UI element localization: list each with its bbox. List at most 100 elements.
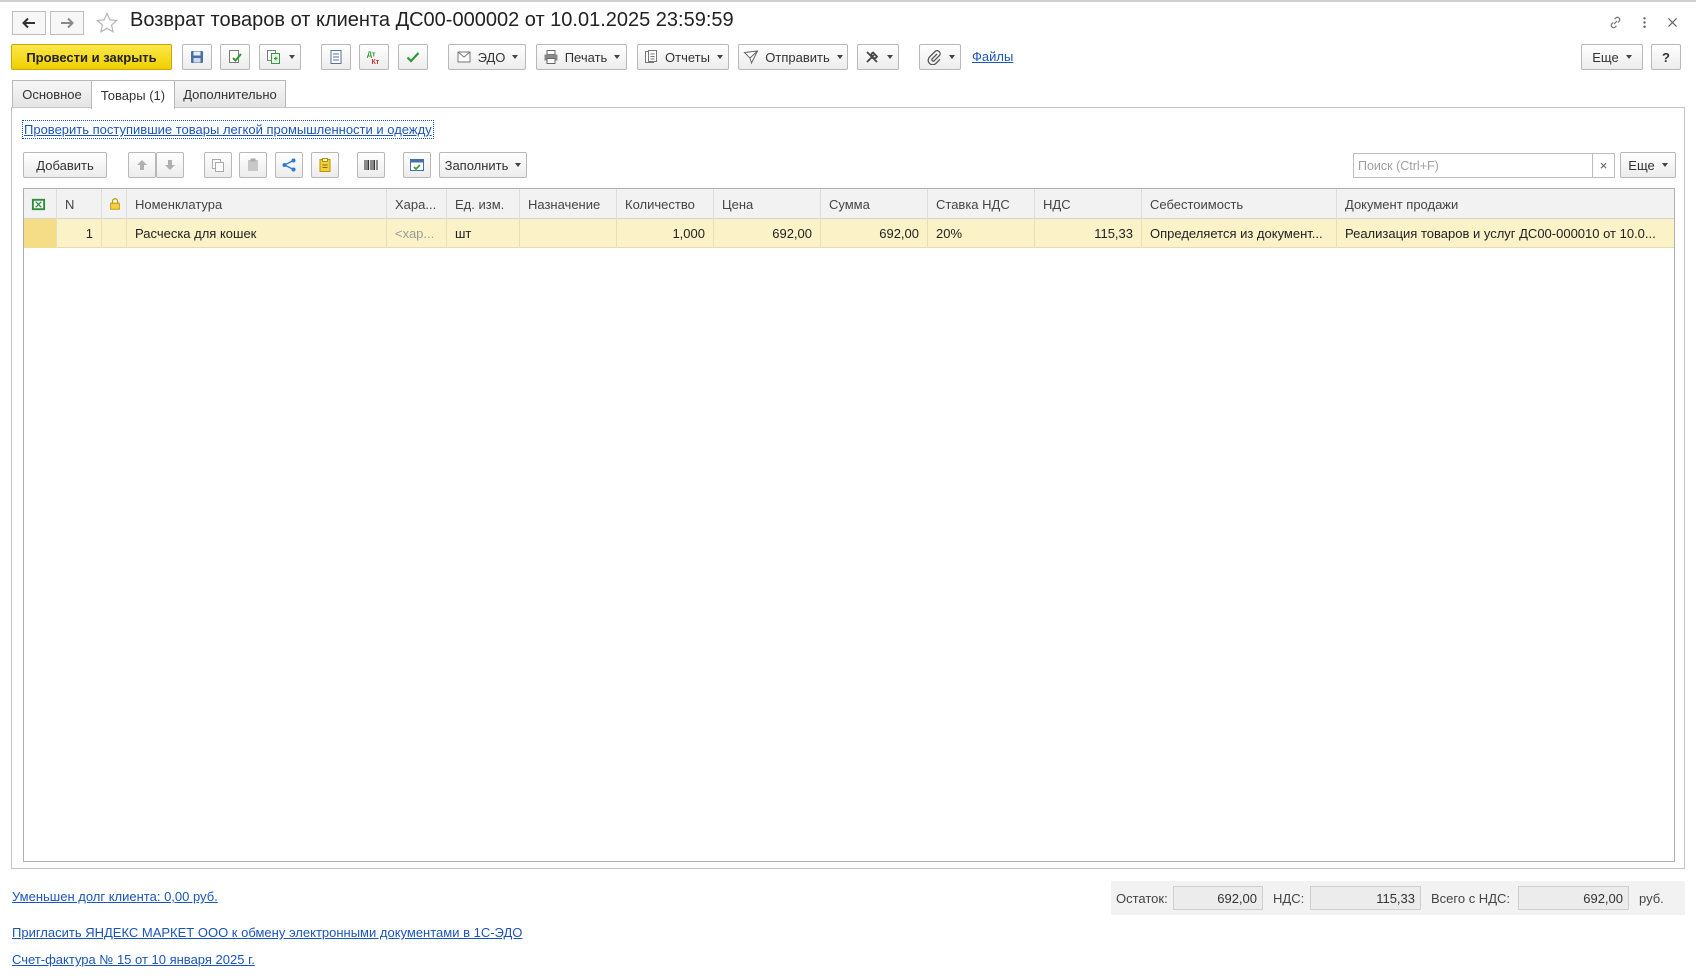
arrow-right-icon [61,17,74,29]
fill-button[interactable]: Заполнить [439,152,527,178]
help-button[interactable]: ? [1651,44,1681,70]
print-button[interactable]: Печать [536,44,627,70]
column-header-vat[interactable]: НДС [1035,189,1142,219]
table-row[interactable]: 1 Расческа для кошек <хар... шт 1,000 69… [24,219,1674,248]
column-header-vat-rate[interactable]: Ставка НДС [928,189,1035,219]
row-marker[interactable] [24,219,57,248]
arrow-left-icon [22,17,35,29]
cell-vat[interactable]: 115,33 [1035,219,1142,248]
invoice-link[interactable]: Счет-фактура № 15 от 10 января 2025 г. [12,952,255,967]
link-icon[interactable] [1606,13,1624,31]
window-top-border [0,0,1696,2]
column-header-characteristic[interactable]: Хара... [387,189,447,219]
excel-table-icon [31,198,46,210]
more-vertical-icon[interactable] [1635,13,1653,31]
files-link[interactable]: Файлы [972,49,1013,64]
add-row-button[interactable]: Добавить [23,152,107,178]
dropdown-caret-icon [288,55,295,59]
check-goods-link[interactable]: Проверить поступившие товары легкой пром… [22,120,434,139]
clipboard-icon [319,158,331,172]
search-clear-button[interactable]: × [1593,153,1615,178]
favorite-star-icon[interactable] [95,11,119,35]
copy-icon [212,159,224,172]
column-header-n[interactable]: N [57,189,102,219]
forward-button[interactable] [50,11,84,35]
dropdown-caret-icon [1625,55,1632,59]
cell-purpose[interactable] [520,219,617,248]
barcode-button[interactable] [357,152,385,178]
dropdown-caret-icon [512,55,519,59]
cell-lock[interactable] [102,219,127,248]
cell-unit[interactable]: шт [447,219,520,248]
back-button[interactable] [12,11,46,35]
move-down-button[interactable] [156,152,184,178]
goods-table: N Номенклатура Хара... Ед. изм. Назначен… [23,188,1675,862]
dropdown-caret-icon [886,55,893,59]
remainder-value: 692,00 [1173,886,1263,910]
cell-sum[interactable]: 692,00 [821,219,928,248]
column-header-unit[interactable]: Ед. изм. [447,189,520,219]
dt-kt-button[interactable]: Дт Кт [359,44,389,70]
column-header-price[interactable]: Цена [714,189,821,219]
select-items-button[interactable] [403,152,431,178]
edo-button[interactable]: ЭДО [448,44,526,70]
split-row-button[interactable] [275,152,303,178]
column-header-quantity[interactable]: Количество [617,189,714,219]
total-with-vat-label: Всего с НДС: [1431,891,1511,906]
page-title: Возврат товаров от клиента ДС00-000002 о… [130,9,734,31]
save-button[interactable] [182,44,212,70]
move-up-button[interactable] [128,152,156,178]
copy-button[interactable] [204,152,232,178]
column-header-cost[interactable]: Себестоимость [1142,189,1337,219]
check-button[interactable] [398,44,428,70]
create-based-on-button[interactable] [259,44,301,70]
pick-from-stock-button[interactable] [311,152,339,178]
debit-credit-icon: ДтКт [367,52,380,66]
cell-characteristic[interactable]: <хар... [387,219,447,248]
total-with-vat-value: 692,00 [1518,886,1629,910]
attach-button[interactable] [919,44,961,70]
select-all-column[interactable] [24,189,57,219]
reports-button[interactable]: Отчеты [637,44,729,70]
tab-goods[interactable]: Товары (1) [91,80,175,109]
column-header-purpose[interactable]: Назначение [520,189,617,219]
post-and-close-button[interactable]: Провести и закрыть [11,44,172,70]
table-toolbar: Добавить Заполнить Поиск (Ctrl+F) × Еще [23,152,1676,180]
tools-button[interactable] [857,44,899,70]
edo-icon [456,49,472,65]
invite-edo-link[interactable]: Пригласить ЯНДЕКС МАРКЕТ ООО к обмену эл… [12,925,522,940]
dropdown-caret-icon [614,55,621,59]
cell-sale-doc[interactable]: Реализация товаров и услуг ДС00-000010 о… [1337,219,1674,248]
post-button[interactable] [220,44,250,70]
cell-n[interactable]: 1 [57,219,102,248]
paste-button[interactable] [239,152,267,178]
table-more-button[interactable]: Еще [1620,152,1676,178]
split-icon [282,158,296,172]
post-document-icon [229,50,242,63]
tab-additional[interactable]: Дополнительно [174,80,286,108]
vat-total-label: НДС: [1273,891,1305,906]
cell-nomenclature[interactable]: Расческа для кошек [127,219,387,248]
column-header-nomenclature[interactable]: Номенклатура [127,189,387,219]
cell-price[interactable]: 692,00 [714,219,821,248]
document-journal-button[interactable] [321,44,351,70]
cell-vat-rate[interactable]: 20% [928,219,1035,248]
reports-label: Отчеты [665,49,710,65]
search-input[interactable]: Поиск (Ctrl+F) [1353,153,1593,178]
column-header-sale-doc[interactable]: Документ продажи [1337,189,1674,219]
close-icon[interactable] [1663,13,1681,31]
cell-cost[interactable]: Определяется из документ... [1142,219,1337,248]
reports-icon [643,49,659,65]
table-header: N Номенклатура Хара... Ед. изм. Назначен… [24,189,1674,219]
more-label: Еще [1592,49,1619,65]
checkmark-icon [406,52,420,63]
column-header-lock[interactable] [102,189,127,219]
debt-reduced-link[interactable]: Уменьшен долг клиента: 0,00 руб. [12,889,218,904]
cell-quantity[interactable]: 1,000 [617,219,714,248]
column-header-sum[interactable]: Сумма [821,189,928,219]
send-label: Отправить [765,49,830,65]
send-button[interactable]: Отправить [738,44,848,70]
tab-main[interactable]: Основное [12,80,92,108]
more-button[interactable]: Еще [1581,44,1643,70]
fill-label: Заполнить [444,157,509,173]
